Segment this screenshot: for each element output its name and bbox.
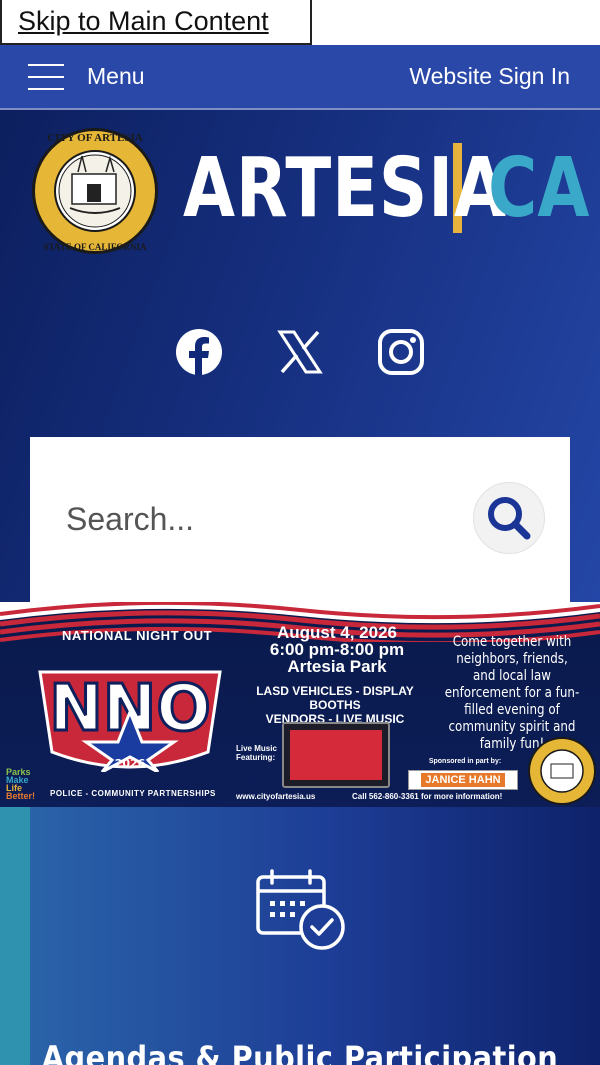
menu-button[interactable]: Menu	[28, 63, 145, 90]
facebook-icon[interactable]	[175, 328, 223, 376]
svg-text:STATE OF CALIFORNIA: STATE OF CALIFORNIA	[44, 242, 147, 252]
agendas-title: Agendas & Public Participation	[41, 1039, 559, 1065]
partnership-text: POLICE - COMMUNITY PARTNERSHIPS	[50, 789, 216, 798]
event-location: Artesia Park	[287, 657, 387, 676]
event-date: August 4, 2026	[277, 623, 397, 642]
cassette-image	[282, 722, 390, 788]
event-url: www.cityofartesia.us	[236, 792, 316, 801]
search-icon	[488, 497, 531, 540]
sponsored-label: Sponsored in part by:	[428, 758, 502, 765]
search-button[interactable]	[473, 482, 545, 554]
svg-text:CITY OF ARTESIA: CITY OF ARTESIA	[47, 132, 142, 144]
top-bar: Menu Website Sign In	[0, 45, 600, 110]
skip-to-main-content[interactable]: Skip to Main Content	[0, 0, 312, 45]
website-sign-in-link[interactable]: Website Sign In	[409, 63, 570, 90]
event-phone: Call 562-860-3361 for more information!	[352, 792, 503, 801]
banner-city-seal	[528, 737, 596, 805]
nno-logo: NNO 2026	[38, 670, 222, 772]
artesia-ca-wordmark[interactable]: ARTESIA CA	[183, 138, 600, 238]
menu-label: Menu	[87, 63, 145, 89]
agendas-section[interactable]: Agendas & Public Participation	[0, 807, 600, 1065]
nno-heading: NATIONAL NIGHT OUT	[62, 628, 213, 643]
x-icon[interactable]	[276, 328, 324, 376]
wordmark-ca: CA	[488, 140, 590, 236]
event-features: LASD VEHICLES - DISPLAY BOOTHS VENDORS -…	[256, 684, 414, 726]
calendar-check-icon	[256, 869, 345, 950]
instagram-icon[interactable]	[377, 328, 425, 376]
event-date-block: August 4, 2026 6:00 pm-8:00 pm Artesia P…	[262, 624, 412, 675]
search-input[interactable]	[66, 501, 446, 538]
sponsor-logo: JANICE HAHN	[408, 770, 518, 790]
live-music-label: Live Music Featuring:	[236, 744, 277, 762]
wordmark-artesia: ARTESIA	[183, 140, 507, 236]
hamburger-icon	[28, 63, 64, 90]
site-header: CITY OF ARTESIA STATE OF CALIFORNIA ARTE…	[0, 110, 600, 602]
social-links	[0, 328, 600, 376]
city-seal-logo[interactable]: CITY OF ARTESIA STATE OF CALIFORNIA	[30, 126, 160, 256]
skip-link[interactable]: Skip to Main Content	[18, 6, 269, 37]
search-box	[30, 437, 570, 602]
event-time: 6:00 pm-8:00 pm	[269, 640, 405, 659]
national-night-out-banner[interactable]: NATIONAL NIGHT OUT NNO 2026 POLICE - COM…	[0, 602, 600, 807]
svg-text:2026: 2026	[115, 757, 146, 770]
parks-make-life-better: Parks Make Life Better!	[6, 767, 36, 801]
